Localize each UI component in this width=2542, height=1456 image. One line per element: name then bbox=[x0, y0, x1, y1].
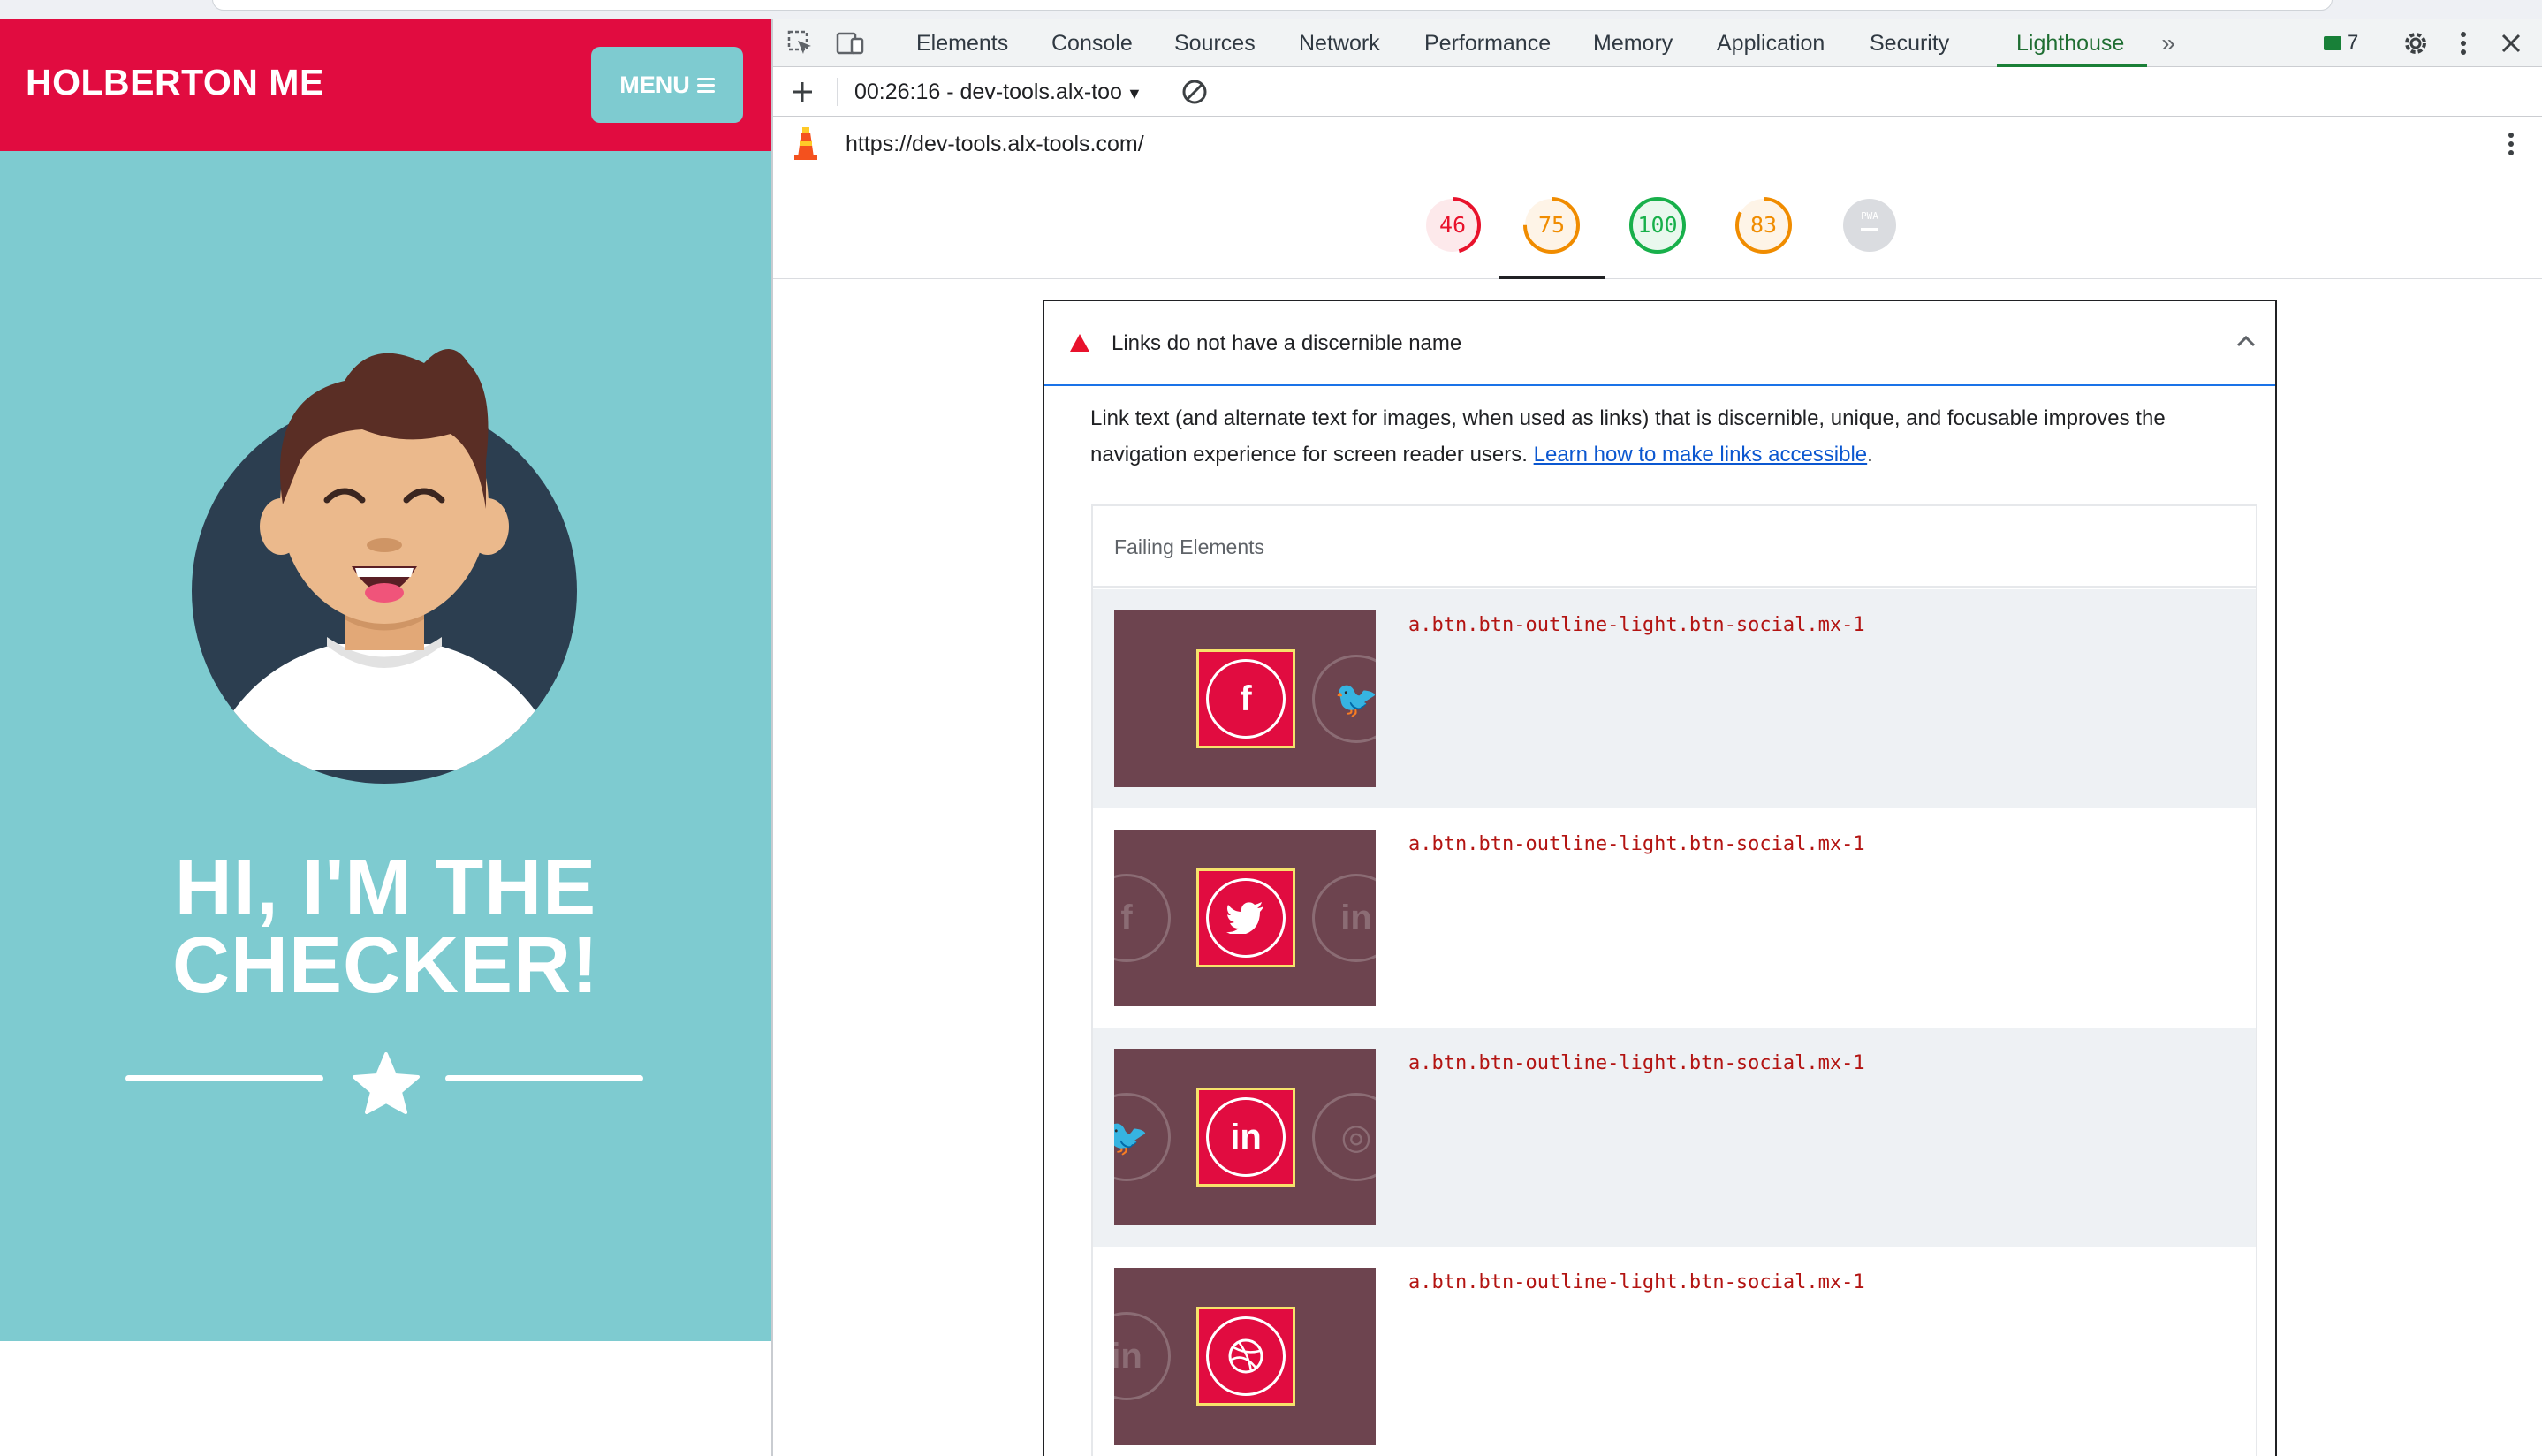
element-selector[interactable]: a.btn.btn-outline-light.btn-social.mx-1 bbox=[1408, 1052, 1865, 1074]
score-value: 100 bbox=[1637, 212, 1678, 238]
element-screenshot: in bbox=[1114, 1268, 1376, 1445]
highlight-box: f bbox=[1196, 649, 1295, 748]
settings-gear-icon[interactable] bbox=[2401, 28, 2431, 58]
score-gauge-accessibility[interactable]: 75 bbox=[1521, 194, 1582, 256]
avatar bbox=[186, 328, 592, 787]
audit-description: Link text (and alternate text for images… bbox=[1090, 406, 2166, 466]
facebook-icon: f bbox=[1206, 659, 1286, 739]
devtools-tabbar: Elements Console Sources Network Perform… bbox=[773, 19, 2542, 67]
device-toolbar-icon[interactable] bbox=[835, 28, 865, 58]
hero-title: HI, I'M THE CHECKER! bbox=[0, 844, 771, 1010]
hero-section: HI, I'M THE CHECKER! bbox=[0, 151, 771, 1341]
tab-performance[interactable]: Performance bbox=[1424, 19, 1551, 67]
issues-badge[interactable]: 7 bbox=[2324, 31, 2358, 56]
site-header: HOLBERTON ME MENU bbox=[0, 19, 771, 151]
report-url[interactable]: https://dev-tools.alx-tools.com/ bbox=[846, 117, 1144, 171]
chevron-up-icon[interactable] bbox=[2236, 335, 2256, 347]
element-screenshot: f in bbox=[1114, 830, 1376, 1006]
facebook-icon: f bbox=[1114, 874, 1171, 962]
learn-more-link[interactable]: Learn how to make links accessible bbox=[1534, 443, 1868, 466]
score-gauge-best-practices[interactable]: 100 bbox=[1627, 194, 1688, 256]
element-selector[interactable]: a.btn.btn-outline-light.btn-social.mx-1 bbox=[1408, 614, 1865, 636]
score-gauges: 46 75 100 83 PWA bbox=[773, 171, 2542, 279]
highlight-box: in bbox=[1196, 1088, 1295, 1187]
audit-panel: Links do not have a discernible name Lin… bbox=[1043, 300, 2277, 1456]
tab-network[interactable]: Network bbox=[1299, 19, 1380, 67]
score-value: 83 bbox=[1749, 212, 1778, 238]
table-row[interactable]: 🐦 ◎ in a.btn.btn-outline-light.btn-socia… bbox=[1093, 1028, 2256, 1247]
table-row[interactable]: 🐦 f a.btn.btn-outline-light.btn-social.m… bbox=[1093, 589, 2256, 808]
issues-count: 7 bbox=[2347, 31, 2359, 55]
score-gauge-pwa[interactable]: PWA bbox=[1839, 194, 1901, 256]
highlight-box bbox=[1196, 868, 1295, 967]
report-label: 00:26:16 - dev-tools.alx-too bbox=[854, 80, 1122, 104]
active-score-indicator bbox=[1499, 276, 1605, 279]
url-menu-icon[interactable] bbox=[2496, 129, 2526, 159]
failing-elements-table: Failing Elements 🐦 f a.btn.btn-outline-l… bbox=[1091, 504, 2257, 1456]
linkedin-icon: in bbox=[1312, 874, 1376, 962]
menu-label: MENU bbox=[619, 71, 690, 98]
tab-elements[interactable]: Elements bbox=[916, 19, 1008, 67]
score-value: PWA bbox=[1861, 210, 1878, 222]
toolbar-separator bbox=[837, 78, 838, 106]
tab-application[interactable]: Application bbox=[1717, 19, 1825, 67]
table-row[interactable]: in a.btn.btn-outline-light.btn-social.mx… bbox=[1093, 1247, 2256, 1456]
report-url-bar: https://dev-tools.alx-tools.com/ bbox=[773, 117, 2542, 171]
kebab-menu-icon[interactable] bbox=[2448, 28, 2478, 58]
tab-console[interactable]: Console bbox=[1051, 19, 1133, 67]
tab-memory[interactable]: Memory bbox=[1593, 19, 1673, 67]
lighthouse-toolbar: 00:26:16 - dev-tools.alx-too ▼ bbox=[773, 67, 2542, 117]
site-brand[interactable]: HOLBERTON ME bbox=[26, 62, 324, 103]
lighthouse-icon bbox=[791, 127, 821, 160]
linkedin-icon: in bbox=[1114, 1312, 1171, 1400]
menu-button[interactable]: MENU bbox=[591, 47, 743, 123]
audit-header[interactable]: Links do not have a discernible name bbox=[1044, 301, 2275, 386]
tab-lighthouse[interactable]: Lighthouse bbox=[2016, 19, 2124, 67]
more-tabs-icon[interactable]: » bbox=[2153, 28, 2183, 58]
score-value: 75 bbox=[1537, 212, 1566, 238]
report-select[interactable]: 00:26:16 - dev-tools.alx-too ▼ bbox=[854, 67, 1142, 118]
star-icon bbox=[353, 1052, 420, 1114]
dribbble-icon bbox=[1206, 1316, 1286, 1396]
element-selector[interactable]: a.btn.btn-outline-light.btn-social.mx-1 bbox=[1408, 1271, 1865, 1293]
divider-line-right bbox=[445, 1075, 643, 1081]
hero-title-line2: CHECKER! bbox=[171, 921, 599, 1010]
clear-report-icon[interactable] bbox=[1180, 77, 1210, 107]
star-divider bbox=[125, 1052, 647, 1114]
twitter-icon bbox=[1206, 878, 1286, 958]
tab-sources[interactable]: Sources bbox=[1174, 19, 1256, 67]
hamburger-icon bbox=[696, 77, 715, 93]
table-row[interactable]: f in a.btn.btn-outline-light.btn-social.… bbox=[1093, 808, 2256, 1028]
fail-triangle-icon bbox=[1070, 334, 1089, 352]
inspect-element-icon[interactable] bbox=[785, 28, 816, 58]
website-viewport: HOLBERTON ME MENU HI, I'M THE CHECKER! bbox=[0, 19, 771, 1456]
devtools-panel: Elements Console Sources Network Perform… bbox=[771, 19, 2542, 1456]
twitter-icon: 🐦 bbox=[1114, 1093, 1171, 1181]
tab-security[interactable]: Security bbox=[1870, 19, 1949, 67]
failing-elements-header: Failing Elements bbox=[1093, 506, 2256, 588]
close-icon[interactable] bbox=[2496, 28, 2526, 58]
element-selector[interactable]: a.btn.btn-outline-light.btn-social.mx-1 bbox=[1408, 833, 1865, 855]
failing-elements-label: Failing Elements bbox=[1114, 535, 1265, 558]
audit-title: Links do not have a discernible name bbox=[1112, 331, 1462, 355]
score-gauge-seo[interactable]: 83 bbox=[1733, 194, 1795, 256]
element-screenshot: 🐦 ◎ in bbox=[1114, 1049, 1376, 1225]
twitter-icon: 🐦 bbox=[1312, 655, 1376, 743]
score-gauge-performance[interactable]: 46 bbox=[1422, 194, 1483, 256]
issues-icon bbox=[2324, 36, 2341, 50]
highlight-box bbox=[1196, 1307, 1295, 1406]
dribbble-icon: ◎ bbox=[1312, 1093, 1376, 1181]
element-screenshot: 🐦 f bbox=[1114, 610, 1376, 787]
linkedin-icon: in bbox=[1206, 1097, 1286, 1177]
score-value: 46 bbox=[1438, 212, 1467, 238]
new-report-icon[interactable] bbox=[787, 77, 817, 107]
dropdown-arrow-icon: ▼ bbox=[1121, 85, 1142, 102]
address-pill bbox=[212, 0, 2333, 11]
divider-line-left bbox=[125, 1075, 323, 1081]
browser-top-strip bbox=[0, 0, 2542, 19]
hero-title-line1: HI, I'M THE bbox=[174, 844, 597, 932]
